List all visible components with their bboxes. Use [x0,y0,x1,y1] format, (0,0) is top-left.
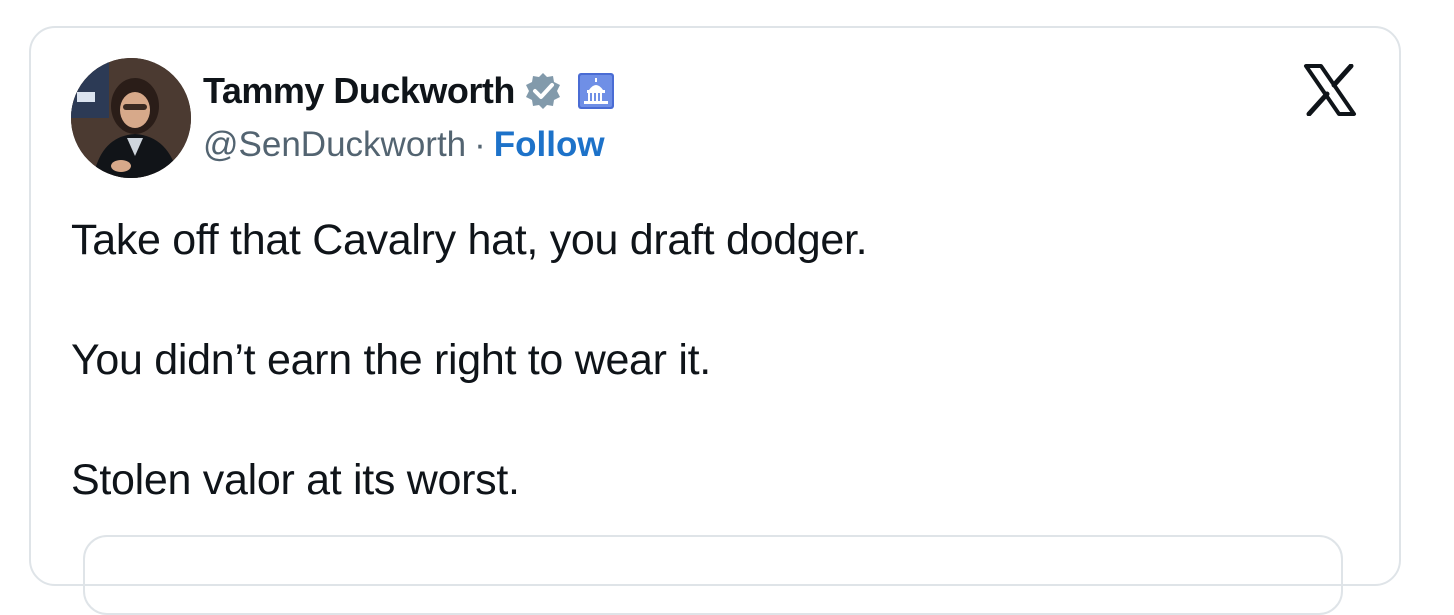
handle-row: @SenDuckworth · Follow [203,125,605,165]
tweet-line: Take off that Cavalry hat, you draft dod… [71,216,868,264]
tweet-line: Stolen valor at its worst. [71,456,520,504]
us-capitol-icon[interactable] [577,72,615,110]
tweet-text: Take off that Cavalry hat, you draft dod… [71,210,1351,510]
x-logo-icon[interactable] [1303,64,1357,116]
author-row: Tammy Duckworth [203,70,615,112]
verified-badge-icon[interactable] [523,71,563,111]
tweet-card[interactable]: Tammy Duckworth @SenDuckworth · Follow Tak… [29,26,1401,615]
author-handle[interactable]: @SenDuckworth [203,125,466,164]
dot-separator: · [474,125,486,164]
follow-button[interactable]: Follow [494,125,605,164]
tweet-line: You didn’t earn the right to wear it. [71,336,711,384]
author-name[interactable]: Tammy Duckworth [203,70,515,112]
quoted-media-card[interactable] [83,535,1343,615]
avatar-photo [71,58,191,178]
avatar[interactable] [71,58,191,178]
